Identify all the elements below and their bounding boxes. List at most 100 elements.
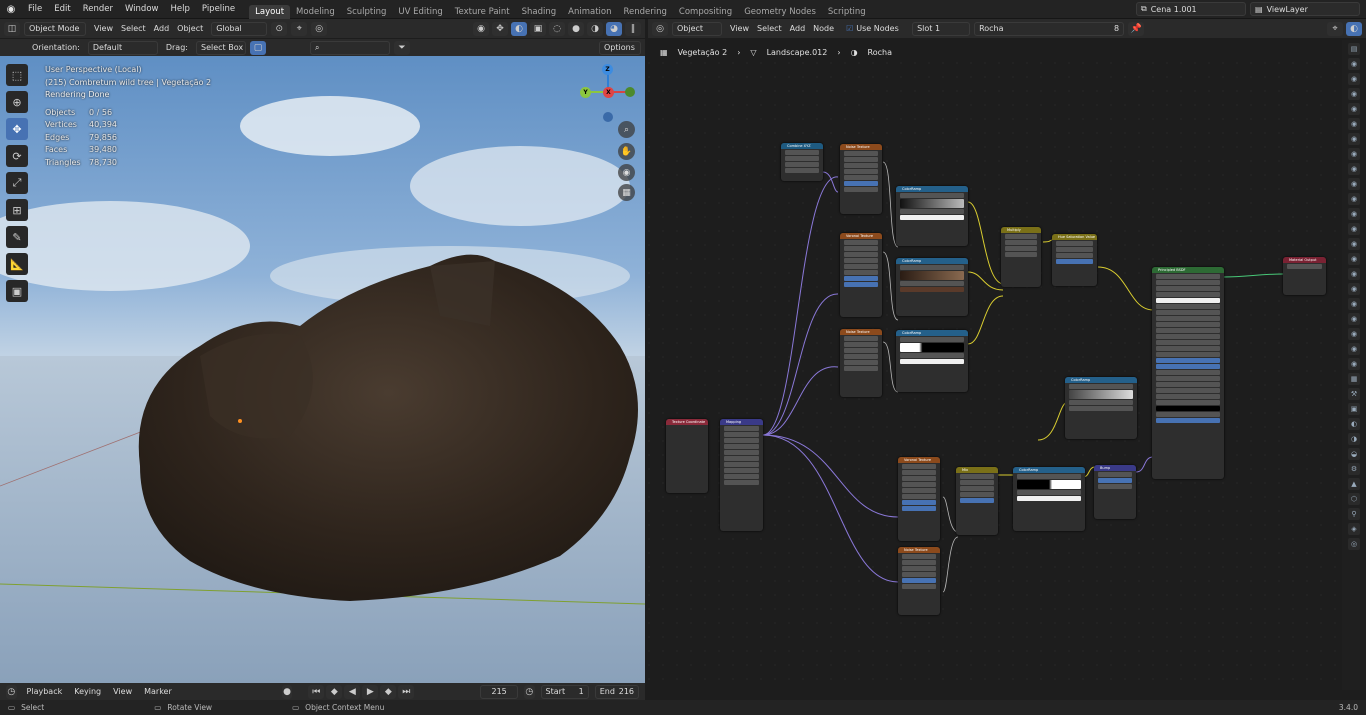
node-bump[interactable]: Bump: [1094, 465, 1136, 519]
breadcrumb-material[interactable]: Rocha: [868, 48, 892, 57]
tab-scripting[interactable]: Scripting: [822, 5, 872, 19]
node-canvas[interactable]: Combine XYZ Noise Texture ColorRamp Voro…: [648, 62, 1342, 690]
tab-geometry-nodes[interactable]: Geometry Nodes: [738, 5, 822, 19]
properties-tab-icon[interactable]: ◉: [1348, 223, 1360, 235]
scene-selector[interactable]: ⧉ Cena 1.001: [1136, 2, 1246, 16]
properties-tab-icon[interactable]: ⚙: [1348, 463, 1360, 475]
visibility-icon[interactable]: ◉: [473, 21, 489, 36]
timeline-menu-keying[interactable]: Keying: [70, 687, 105, 696]
properties-tab-icon[interactable]: ◉: [1348, 73, 1360, 85]
gizmo-x-axis[interactable]: X: [603, 87, 614, 98]
select-box-tool-icon[interactable]: ⬚: [6, 64, 28, 86]
measure-tool-icon[interactable]: 📐: [6, 253, 28, 275]
properties-tab-icon[interactable]: ◑: [1348, 433, 1360, 445]
properties-tab-icon[interactable]: ◉: [1348, 148, 1360, 160]
use-nodes-toggle[interactable]: ☑ Use Nodes: [842, 22, 908, 36]
tab-sculpting[interactable]: Sculpting: [341, 5, 393, 19]
navigation-gizmo[interactable]: Z Y X: [580, 64, 638, 122]
node-mix-multiply[interactable]: Multiply: [1001, 227, 1041, 287]
node-voronoi-texture-2[interactable]: Voronoi Texture: [898, 457, 940, 541]
orientation-selector[interactable]: Default: [87, 40, 158, 55]
gizmo-neg-z[interactable]: [603, 112, 613, 122]
menu-edit[interactable]: Edit: [48, 4, 76, 14]
play-reverse-icon[interactable]: ◀: [344, 684, 361, 699]
jump-end-icon[interactable]: ⏭: [398, 684, 415, 699]
node-material-output[interactable]: Material Output: [1283, 257, 1326, 295]
gizmo-toggle-icon[interactable]: ✥: [492, 21, 508, 36]
properties-tab-icon[interactable]: ◉: [1348, 163, 1360, 175]
options-button[interactable]: Options: [599, 40, 641, 55]
properties-tab-icon[interactable]: ◉: [1348, 253, 1360, 265]
menu-pipeline[interactable]: Pipeline: [196, 4, 241, 14]
shading-wire-icon[interactable]: ◌: [549, 21, 565, 36]
properties-tab-icon[interactable]: ◉: [1348, 358, 1360, 370]
3d-viewport[interactable]: User Perspective (Local) (215) Combretum…: [0, 56, 645, 683]
shading-material-icon[interactable]: ◑: [587, 21, 603, 36]
drag-selector[interactable]: Select Box: [195, 40, 246, 55]
breadcrumb-collection[interactable]: Vegetação 2: [678, 48, 728, 57]
properties-tab-icon[interactable]: ◒: [1348, 448, 1360, 460]
gizmo-y-axis[interactable]: Y: [580, 87, 591, 98]
properties-tab-icon[interactable]: ▦: [1348, 373, 1360, 385]
properties-tab-icon[interactable]: ◉: [1348, 283, 1360, 295]
properties-tab-icon[interactable]: ⬡: [1348, 493, 1360, 505]
jump-start-icon[interactable]: ⏮: [308, 684, 325, 699]
viewport-menu-view[interactable]: View: [90, 24, 117, 33]
properties-tab-icon[interactable]: ◉: [1348, 88, 1360, 100]
breadcrumb-object[interactable]: Landscape.012: [767, 48, 828, 57]
node-color-ramp-4[interactable]: ColorRamp: [1065, 377, 1137, 439]
annotate-tool-icon[interactable]: ✎: [6, 226, 28, 248]
properties-tab-icon[interactable]: ◉: [1348, 103, 1360, 115]
node-menu-select[interactable]: Select: [753, 24, 786, 33]
snapping-icon[interactable]: ⌖: [1327, 21, 1343, 36]
node-principled-bsdf[interactable]: Principled BSDF: [1152, 267, 1224, 479]
rotate-tool-icon[interactable]: ⟳: [6, 145, 28, 167]
end-frame-field[interactable]: End 216: [594, 684, 640, 699]
node-menu-add[interactable]: Add: [786, 24, 810, 33]
properties-tab-icon[interactable]: ◎: [1348, 538, 1360, 550]
timeline-menu-playback[interactable]: Playback: [23, 687, 67, 696]
tab-rendering[interactable]: Rendering: [618, 5, 673, 19]
menu-window[interactable]: Window: [119, 4, 165, 14]
properties-tab-icon[interactable]: ⚲: [1348, 508, 1360, 520]
pivot-icon[interactable]: ⊙: [271, 21, 288, 36]
properties-tab-icon[interactable]: ◉: [1348, 268, 1360, 280]
blender-logo-icon[interactable]: ◉: [0, 4, 22, 15]
mode-selector[interactable]: Object Mode: [24, 21, 86, 36]
zoom-icon[interactable]: ⌕: [618, 121, 635, 138]
gizmo-neg-y[interactable]: [625, 87, 635, 97]
node-menu-view[interactable]: View: [726, 24, 753, 33]
play-icon[interactable]: ▶: [362, 684, 379, 699]
properties-tab-icon[interactable]: ◉: [1348, 238, 1360, 250]
node-voronoi-texture-1[interactable]: Voronoi Texture: [840, 233, 882, 317]
viewport-menu-select[interactable]: Select: [117, 24, 150, 33]
viewport-search[interactable]: ⌕: [309, 40, 390, 55]
next-key-icon[interactable]: ◆: [380, 684, 397, 699]
timeline-menu-marker[interactable]: Marker: [140, 687, 176, 696]
node-noise-texture-3[interactable]: Noise Texture: [898, 547, 940, 615]
properties-tab-icon[interactable]: ⚒: [1348, 388, 1360, 400]
node-menu-node[interactable]: Node: [809, 24, 838, 33]
properties-tab-icon[interactable]: ◉: [1348, 313, 1360, 325]
pan-hand-icon[interactable]: ✋: [618, 143, 635, 160]
cursor-tool-icon[interactable]: ⊕: [6, 91, 28, 113]
properties-tab-icon[interactable]: ▣: [1348, 403, 1360, 415]
transform-tool-icon[interactable]: ⊞: [6, 199, 28, 221]
scale-tool-icon[interactable]: ⤢: [6, 172, 28, 194]
tab-layout[interactable]: Layout: [249, 4, 291, 19]
slot-selector[interactable]: Slot 1: [912, 21, 971, 36]
menu-help[interactable]: Help: [164, 4, 195, 14]
properties-tab-icon[interactable]: ◉: [1348, 208, 1360, 220]
node-color-ramp-5[interactable]: ColorRamp: [1013, 467, 1085, 531]
viewport-menu-add[interactable]: Add: [150, 24, 174, 33]
editor-type-icon[interactable]: ◫: [4, 21, 20, 36]
node-color-ramp-1[interactable]: ColorRamp: [896, 186, 968, 246]
properties-tab-icon[interactable]: ▤: [1348, 43, 1360, 55]
shading-rendered-icon[interactable]: ◕: [606, 21, 622, 36]
tab-shading[interactable]: Shading: [516, 5, 563, 19]
properties-tab-icon[interactable]: ◈: [1348, 523, 1360, 535]
node-noise-texture-1[interactable]: Noise Texture: [840, 144, 882, 214]
node-editor-type-icon[interactable]: ◎: [652, 21, 668, 36]
perspective-grid-icon[interactable]: ▦: [618, 184, 635, 201]
tab-compositing[interactable]: Compositing: [673, 5, 738, 19]
